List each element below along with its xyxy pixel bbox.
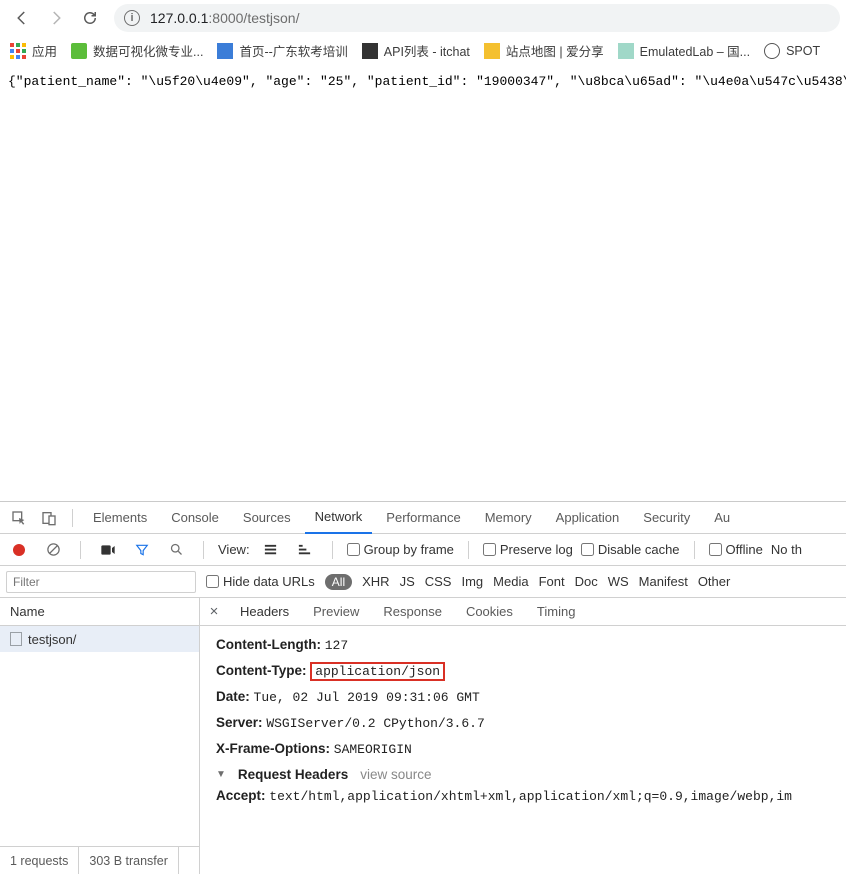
detail-tab-headers[interactable]: Headers [228, 598, 301, 626]
view-label: View: [218, 542, 250, 557]
network-subtoolbar: View: Group by frame Preserve log Disabl… [0, 534, 846, 566]
header-row: X-Frame-Options: SAMEORIGIN [216, 741, 834, 757]
reload-button[interactable] [74, 4, 106, 32]
overview-icon[interactable] [292, 537, 318, 563]
filter-manifest[interactable]: Manifest [639, 574, 688, 589]
detail-tab-response[interactable]: Response [371, 598, 454, 626]
inspect-icon[interactable] [6, 505, 32, 531]
header-row: Content-Length: 127 [216, 637, 834, 653]
group-by-frame-checkbox[interactable]: Group by frame [347, 542, 454, 557]
bookmark-item[interactable]: EmulatedLab – 国... [618, 41, 750, 60]
bookmark-item[interactable]: API列表 - itchat [362, 41, 470, 60]
apps-label: 应用 [32, 41, 57, 60]
tab-application[interactable]: Application [546, 502, 630, 534]
search-icon[interactable] [163, 537, 189, 563]
address-bar[interactable]: i 127.0.0.1:8000/testjson/ [114, 4, 840, 32]
tab-network[interactable]: Network [305, 502, 373, 534]
filter-doc[interactable]: Doc [575, 574, 598, 589]
filter-media[interactable]: Media [493, 574, 528, 589]
favicon-icon [618, 43, 634, 59]
close-detail-button[interactable]: × [200, 603, 228, 620]
bookmark-item[interactable]: SPOT [764, 43, 820, 59]
capture-icon[interactable] [95, 537, 121, 563]
devtools-body: Name testjson/ 1 requests 303 B transfer… [0, 598, 846, 874]
collapse-triangle-icon: ▼ [216, 769, 226, 780]
tab-performance[interactable]: Performance [376, 502, 470, 534]
filter-font[interactable]: Font [539, 574, 565, 589]
large-rows-icon[interactable] [258, 537, 284, 563]
request-row[interactable]: testjson/ [0, 626, 199, 652]
detail-tab-preview[interactable]: Preview [301, 598, 371, 626]
filter-xhr[interactable]: XHR [362, 574, 389, 589]
apps-grid-icon [10, 43, 26, 59]
detail-tab-cookies[interactable]: Cookies [454, 598, 525, 626]
header-row: Server: WSGIServer/0.2 CPython/3.6.7 [216, 715, 834, 731]
column-name-header[interactable]: Name [0, 598, 199, 626]
header-row: Date: Tue, 02 Jul 2019 09:31:06 GMT [216, 689, 834, 705]
request-list: Name testjson/ 1 requests 303 B transfer [0, 598, 200, 874]
clear-button[interactable] [40, 537, 66, 563]
network-footer: 1 requests 303 B transfer [0, 846, 199, 874]
disable-cache-checkbox[interactable]: Disable cache [581, 542, 680, 557]
transfer-size: 303 B transfer [79, 847, 179, 874]
site-info-icon[interactable]: i [124, 10, 140, 26]
device-toggle-icon[interactable] [36, 505, 62, 531]
tab-memory[interactable]: Memory [475, 502, 542, 534]
favicon-icon [484, 43, 500, 59]
headers-pane: Content-Length: 127 Content-Type: applic… [200, 626, 846, 874]
favicon-icon [362, 43, 378, 59]
content-type-highlight: application/json [310, 662, 445, 681]
apps-shortcut[interactable]: 应用 [10, 41, 57, 60]
tab-elements[interactable]: Elements [83, 502, 157, 534]
header-row: Content-Type: application/json [216, 663, 834, 679]
preserve-log-checkbox[interactable]: Preserve log [483, 542, 573, 557]
filter-other[interactable]: Other [698, 574, 731, 589]
requests-count: 1 requests [0, 847, 79, 874]
globe-icon [764, 43, 780, 59]
filter-icon[interactable] [129, 537, 155, 563]
tab-sources[interactable]: Sources [233, 502, 301, 534]
filter-ws[interactable]: WS [608, 574, 629, 589]
filter-img[interactable]: Img [461, 574, 483, 589]
filter-css[interactable]: CSS [425, 574, 452, 589]
tab-console[interactable]: Console [161, 502, 229, 534]
detail-tabs: × Headers Preview Response Cookies Timin… [200, 598, 846, 626]
file-icon [10, 632, 22, 646]
back-button[interactable] [6, 4, 38, 32]
url-text: 127.0.0.1:8000/testjson/ [150, 10, 299, 26]
bookmark-item[interactable]: 站点地图 | 爱分享 [484, 41, 604, 60]
tab-security[interactable]: Security [633, 502, 700, 534]
request-name: testjson/ [28, 632, 76, 647]
header-row: Accept: text/html,application/xhtml+xml,… [216, 788, 834, 804]
record-button[interactable] [6, 537, 32, 563]
offline-checkbox[interactable]: Offline [709, 542, 763, 557]
hide-data-urls-checkbox[interactable]: Hide data URLs [206, 574, 315, 589]
browser-toolbar: i 127.0.0.1:8000/testjson/ [0, 0, 846, 36]
bookmark-item[interactable]: 首页--广东软考培训 [217, 41, 347, 60]
bookmark-item[interactable]: 数据可视化微专业... [71, 41, 203, 60]
filter-js[interactable]: JS [400, 574, 415, 589]
devtools-panel: Elements Console Sources Network Perform… [0, 501, 846, 874]
network-filterbar: Hide data URLs All XHR JS CSS Img Media … [0, 566, 846, 598]
request-detail: × Headers Preview Response Cookies Timin… [200, 598, 846, 874]
favicon-icon [71, 43, 87, 59]
throttle-text: No th [771, 542, 802, 557]
filter-all[interactable]: All [325, 574, 352, 590]
page-body: {"patient_name": "\u5f20\u4e09", "age": … [0, 66, 846, 97]
filter-input[interactable] [6, 571, 196, 593]
favicon-icon [217, 43, 233, 59]
view-source-link[interactable]: view source [360, 767, 431, 782]
forward-button[interactable] [40, 4, 72, 32]
request-headers-section[interactable]: ▼Request Headersview source [216, 767, 834, 782]
detail-tab-timing[interactable]: Timing [525, 598, 588, 626]
bookmarks-bar: 应用 数据可视化微专业... 首页--广东软考培训 API列表 - itchat… [0, 36, 846, 66]
devtools-tab-strip: Elements Console Sources Network Perform… [0, 502, 846, 534]
tab-audits[interactable]: Au [704, 502, 740, 534]
